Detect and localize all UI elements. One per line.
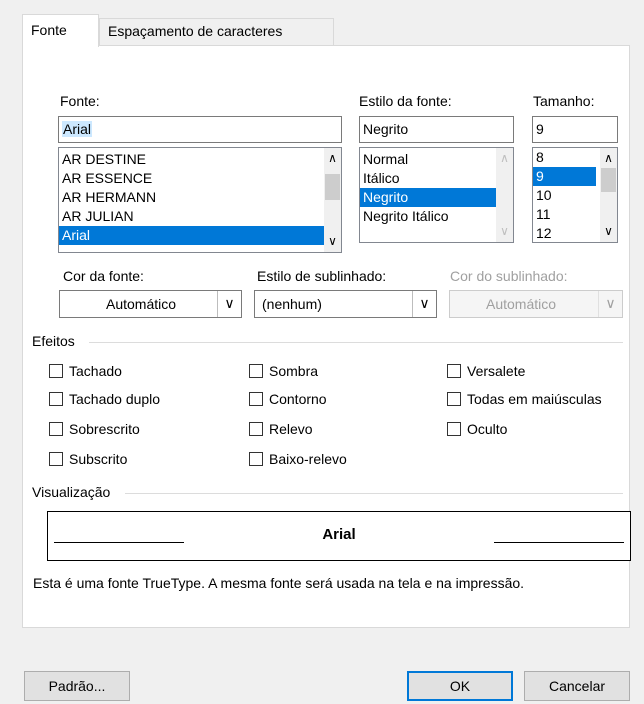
scroll-up-icon[interactable]: ∧: [600, 150, 617, 167]
size-list-scrollbar[interactable]: ∧ ∨: [600, 148, 617, 242]
checkbox-tachado-duplo[interactable]: Tachado duplo: [49, 391, 160, 407]
checkbox-todas-maiusculas[interactable]: Todas em maiúsculas: [447, 391, 602, 407]
cancel-button[interactable]: Cancelar: [524, 671, 630, 701]
checkbox-baixo-relevo[interactable]: Baixo-relevo: [249, 451, 347, 467]
scroll-down-icon[interactable]: ∨: [324, 233, 341, 250]
size-list-item[interactable]: 10: [533, 186, 600, 205]
size-list-item[interactable]: 11: [533, 205, 600, 224]
font-style-item-selected[interactable]: Negrito: [360, 188, 496, 207]
size-list-item[interactable]: 8: [533, 148, 600, 167]
default-button[interactable]: Padrão...: [24, 671, 130, 701]
checkbox-label: Sombra: [269, 363, 319, 379]
font-style-input[interactable]: Negrito: [359, 116, 514, 143]
checkbox-box[interactable]: [447, 392, 461, 406]
font-list-scrollbar[interactable]: ∧ ∨: [324, 148, 341, 252]
checkbox-label: Subscrito: [69, 451, 128, 467]
font-style-item[interactable]: Negrito Itálico: [360, 207, 496, 226]
underline-color-value: Automático: [486, 296, 557, 312]
checkbox-tachado[interactable]: Tachado: [49, 363, 122, 379]
tab-fonte[interactable]: Fonte: [22, 14, 99, 47]
scroll-down-icon: ∨: [500, 224, 509, 238]
checkbox-label: Contorno: [269, 391, 327, 407]
preview-title: Visualização: [32, 484, 111, 500]
size-list[interactable]: 8 9 10 11 12 ∧ ∨: [532, 147, 618, 243]
size-input[interactable]: 9: [532, 116, 618, 143]
checkbox-relevo[interactable]: Relevo: [249, 421, 313, 437]
size-label: Tamanho:: [533, 93, 595, 109]
scroll-down-icon[interactable]: ∨: [600, 223, 617, 240]
checkbox-box[interactable]: [249, 422, 263, 436]
checkbox-label: Versalete: [467, 363, 526, 379]
effects-title: Efeitos: [32, 333, 75, 349]
checkbox-oculto[interactable]: Oculto: [447, 421, 507, 437]
preview-line-right: [494, 542, 624, 543]
font-label: Fonte:: [60, 93, 100, 109]
checkbox-versalete[interactable]: Versalete: [447, 363, 525, 379]
checkbox-label: Tachado duplo: [69, 391, 161, 407]
preview-divider: [125, 493, 623, 494]
font-list-item[interactable]: AR JULIAN: [59, 207, 341, 226]
checkbox-label: Relevo: [269, 421, 313, 437]
checkbox-label: Todas em maiúsculas: [467, 391, 602, 407]
underline-color-label: Cor do sublinhado:: [450, 268, 568, 284]
font-list-item[interactable]: AR HERMANN: [59, 188, 341, 207]
font-style-list[interactable]: Normal Itálico Negrito Negrito Itálico ∧…: [359, 147, 514, 243]
checkbox-subscrito[interactable]: Subscrito: [49, 451, 127, 467]
font-style-item[interactable]: Itálico: [360, 169, 496, 188]
size-list-item-selected[interactable]: 9: [533, 167, 596, 186]
tab-fonte-label: Fonte: [31, 22, 67, 38]
checkbox-label: Tachado: [69, 363, 122, 379]
underline-style-label: Estilo de sublinhado:: [257, 268, 387, 284]
font-panel: Fonte: Arial AR DESTINE AR ESSENCE AR HE…: [22, 45, 631, 628]
font-style-scrollbar: ∧ ∨: [496, 148, 513, 242]
checkbox-box[interactable]: [447, 422, 461, 436]
chevron-down-icon[interactable]: ∨: [217, 291, 241, 317]
checkbox-box[interactable]: [249, 392, 263, 406]
font-list-item-selected[interactable]: Arial: [59, 226, 324, 245]
scroll-up-icon[interactable]: ∧: [324, 150, 341, 167]
font-list-item[interactable]: AR ESSENCE: [59, 169, 341, 188]
font-color-label: Cor da fonte:: [63, 268, 144, 284]
checkbox-box[interactable]: [49, 364, 63, 378]
size-list-item[interactable]: 12: [533, 224, 600, 242]
checkbox-sombra[interactable]: Sombra: [249, 363, 318, 379]
preview-sample-text: Arial: [322, 526, 356, 543]
checkbox-box[interactable]: [49, 452, 63, 466]
font-list-item[interactable]: AR DESTINE: [59, 150, 341, 169]
underline-style-select[interactable]: (nenhum) ∨: [254, 290, 437, 318]
preview-box: Arial: [47, 511, 631, 561]
checkbox-label: Sobrescrito: [69, 421, 140, 437]
font-style-label: Estilo da fonte:: [359, 93, 452, 109]
ok-button[interactable]: OK: [407, 671, 513, 701]
checkbox-box[interactable]: [249, 364, 263, 378]
checkbox-label: Baixo-relevo: [269, 451, 347, 467]
checkbox-box[interactable]: [249, 452, 263, 466]
checkbox-box[interactable]: [49, 392, 63, 406]
font-style-input-value: Negrito: [363, 121, 409, 137]
underline-style-value: (nenhum): [262, 296, 322, 312]
font-color-select[interactable]: Automático ∨: [59, 290, 242, 318]
effects-divider: [89, 342, 623, 343]
scroll-thumb[interactable]: [601, 168, 616, 192]
underline-color-select: Automático ∨: [449, 290, 623, 318]
tab-espacamento[interactable]: Espaçamento de caracteres: [99, 18, 334, 46]
checkbox-contorno[interactable]: Contorno: [249, 391, 327, 407]
font-color-value: Automático: [106, 296, 177, 312]
scroll-up-icon: ∧: [500, 151, 509, 165]
truetype-note: Esta é uma fonte TrueType. A mesma fonte…: [33, 575, 525, 591]
checkbox-label: Oculto: [467, 421, 508, 437]
font-style-item[interactable]: Normal: [360, 150, 496, 169]
scroll-thumb[interactable]: [325, 174, 340, 200]
tab-espacamento-label: Espaçamento de caracteres: [108, 23, 283, 39]
font-input-value: Arial: [62, 121, 93, 137]
chevron-down-icon[interactable]: ∨: [412, 291, 436, 317]
font-list[interactable]: AR DESTINE AR ESSENCE AR HERMANN AR JULI…: [58, 147, 342, 253]
size-input-value: 9: [536, 121, 544, 137]
font-input[interactable]: Arial: [58, 116, 342, 143]
checkbox-sobrescrito[interactable]: Sobrescrito: [49, 421, 140, 437]
checkbox-box[interactable]: [49, 422, 63, 436]
checkbox-box[interactable]: [447, 364, 461, 378]
chevron-down-icon: ∨: [598, 291, 622, 317]
